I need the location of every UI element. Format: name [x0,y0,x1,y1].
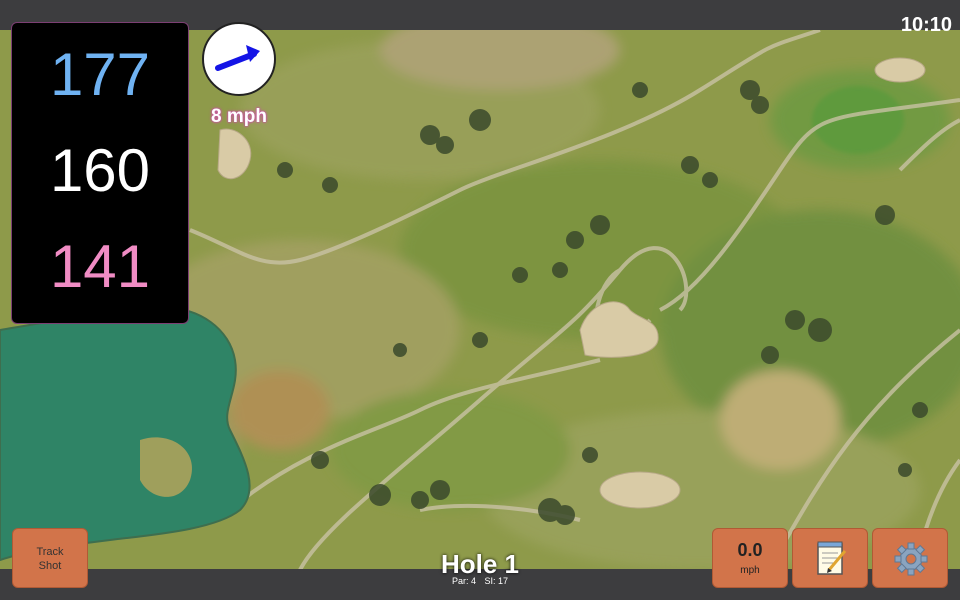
hole-par: Par: 4 [451,576,476,586]
track-shot-label-line1: Track [36,546,64,558]
track-shot-button[interactable]: Track Shot [12,528,88,588]
wind-speed: 8 mph [211,106,267,127]
speed-button[interactable]: 0.0 mph [712,528,788,588]
middle-yardage: 160 [49,137,151,204]
speed-unit: mph [740,565,760,576]
notes-button[interactable] [792,528,868,588]
back-yardage: 177 [49,41,151,108]
arrow-right-icon [215,45,260,71]
hole-stroke-index: SI: 17 [484,576,509,586]
clock: 10:10 [900,14,952,36]
hole-meta: Par: 4 SI: 17 [400,576,560,586]
gear-icon [894,542,928,576]
yardage-panel: 177 160 141 [11,22,189,324]
notepad-icon [817,541,847,575]
speed-value: 0.0 [737,540,763,560]
settings-button[interactable] [872,528,948,588]
wind-indicator [202,22,276,96]
front-yardage: 141 [49,233,151,300]
track-shot-label-line2: Shot [38,560,62,572]
